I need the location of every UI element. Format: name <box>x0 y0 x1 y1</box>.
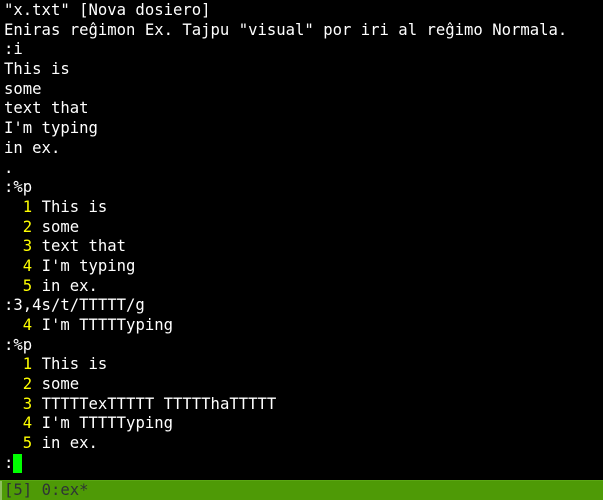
line-text: :%p <box>4 178 33 197</box>
printed-buffer-line: 4 I'm TTTTTyping <box>4 316 603 336</box>
line-number: 1 <box>22 355 33 374</box>
terminal-output-line: I'm typing <box>4 119 603 139</box>
printed-buffer-line: 5 in ex. <box>4 434 603 454</box>
line-number-separator <box>32 218 41 236</box>
line-number-padding <box>4 198 23 216</box>
line-text: :i <box>4 40 23 59</box>
line-text: in ex. <box>4 138 61 157</box>
text-cursor[interactable] <box>13 453 23 473</box>
line-text: some <box>41 217 80 236</box>
printed-buffer-line: 3 TTTTTexTTTTT TTTTThaTTTTT <box>4 395 603 415</box>
line-number-padding <box>4 218 23 236</box>
line-number-separator <box>32 237 41 255</box>
line-number-padding <box>4 395 23 413</box>
line-text: . <box>4 158 14 177</box>
line-number-padding <box>4 375 23 393</box>
printed-buffer-line: 2 some <box>4 218 603 238</box>
line-number: 4 <box>22 256 33 275</box>
terminal-output-line: :%p <box>4 178 603 198</box>
line-number-separator <box>32 198 41 216</box>
line-number: 2 <box>22 375 33 394</box>
line-text: text that <box>4 99 89 118</box>
printed-buffer-line: 5 in ex. <box>4 277 603 297</box>
terminal-output-line: This is <box>4 60 603 80</box>
printed-buffer-line: 1 This is <box>4 198 603 218</box>
line-number: 5 <box>22 434 33 453</box>
line-number: 5 <box>22 276 33 295</box>
line-number-padding <box>4 237 23 255</box>
line-text: some <box>41 375 80 394</box>
line-number: 2 <box>22 217 33 236</box>
line-number: 4 <box>22 414 33 433</box>
line-number: 3 <box>22 394 33 413</box>
terminal-output-line: :%p <box>4 336 603 356</box>
terminal-output-line: text that <box>4 99 603 119</box>
line-number-separator <box>32 257 41 275</box>
line-number-separator <box>32 355 41 373</box>
printed-buffer-line: 1 This is <box>4 355 603 375</box>
terminal-output-line: :i <box>4 40 603 60</box>
line-number: 4 <box>22 316 33 334</box>
printed-buffer-line: 4 I'm typing <box>4 257 603 277</box>
line-text: I'm typing <box>4 119 98 138</box>
line-text: in ex. <box>41 276 98 295</box>
printed-buffer-line: 2 some <box>4 375 603 395</box>
line-text: Eniras reĝimon Ex. Tajpu "visual" por ir… <box>4 20 568 39</box>
line-text: I'm TTTTTyping <box>41 316 173 334</box>
line-number-separator <box>32 316 41 334</box>
printed-buffer-line: 3 text that <box>4 237 603 257</box>
line-number-separator <box>32 395 41 413</box>
printed-buffer-line: 4 I'm TTTTTyping <box>4 414 603 434</box>
line-text: some <box>4 79 42 98</box>
terminal-output-line: "x.txt" [Nova dosiero] <box>4 1 603 21</box>
session-name[interactable]: [5] <box>4 481 32 499</box>
line-text: :3,4s/t/TTTTT/g <box>4 296 145 315</box>
line-text: in ex. <box>41 434 98 453</box>
line-number: 1 <box>22 197 33 216</box>
line-number-padding <box>4 414 23 432</box>
line-number: 3 <box>22 237 33 256</box>
line-text: :%p <box>4 335 33 354</box>
line-number-padding <box>4 257 23 275</box>
line-number-separator <box>32 434 41 452</box>
line-number-padding <box>4 355 23 373</box>
line-number-separator <box>32 277 41 295</box>
window-tab-ex[interactable]: 0:ex* <box>42 481 89 499</box>
line-text: This is <box>4 60 70 79</box>
line-text: I'm TTTTTyping <box>41 414 173 433</box>
ex-command-prompt[interactable]: : <box>4 453 603 474</box>
line-number-separator <box>32 375 41 393</box>
line-text: "x.txt" [Nova dosiero] <box>4 1 211 19</box>
terminal-output-line: in ex. <box>4 139 603 159</box>
terminal-output-line: some <box>4 80 603 100</box>
line-text: text that <box>41 237 127 256</box>
line-number-separator <box>32 414 41 432</box>
terminal-output-line: :3,4s/t/TTTTT/g <box>4 296 603 316</box>
line-number-padding <box>4 277 23 295</box>
tmux-status-bar: [5] 0:ex* <box>0 480 603 500</box>
terminal-window[interactable]: "x.txt" [Nova dosiero] Eniras reĝimon Ex.… <box>0 0 603 480</box>
line-number-padding <box>4 316 23 334</box>
terminal-output-line: . <box>4 159 603 179</box>
line-text: This is <box>41 355 108 374</box>
line-text: This is <box>41 197 108 216</box>
line-text: I'm typing <box>41 256 136 275</box>
line-text: TTTTTexTTTTT TTTTThaTTTTT <box>41 394 277 413</box>
prompt-colon: : <box>4 453 14 472</box>
line-number-padding <box>4 434 23 452</box>
terminal-output-line: Eniras reĝimon Ex. Tajpu "visual" por ir… <box>4 21 603 41</box>
